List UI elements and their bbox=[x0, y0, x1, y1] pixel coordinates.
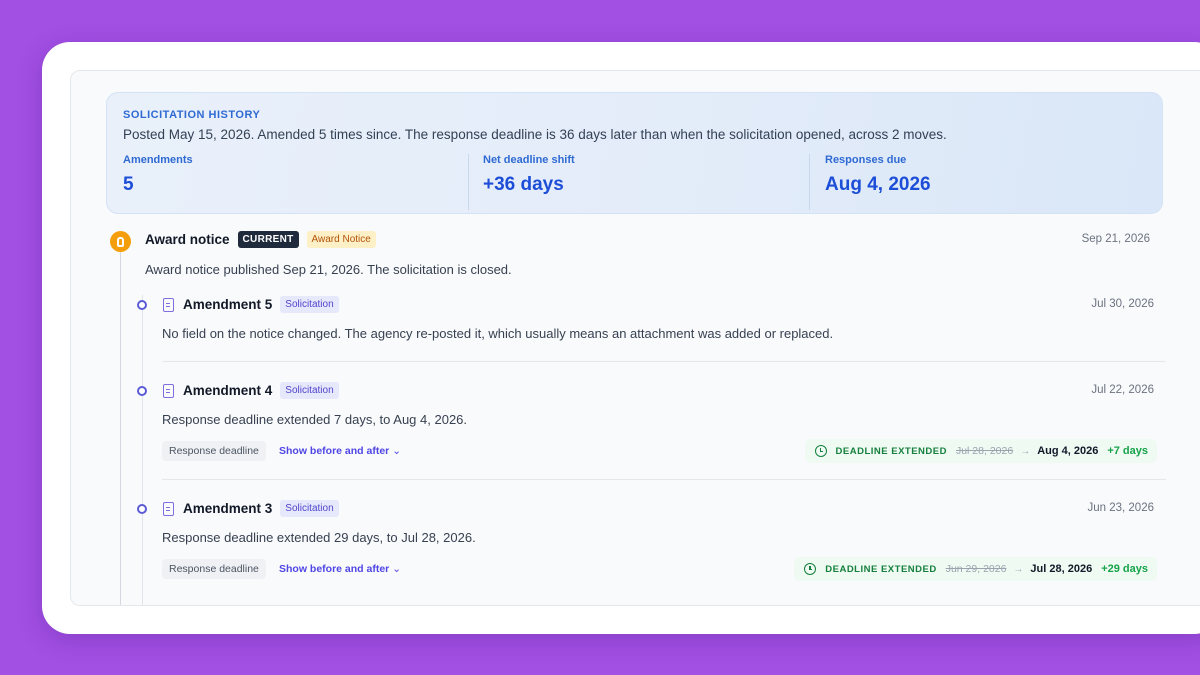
amendment-header: Amendment 4 Solicitation bbox=[163, 382, 339, 399]
clock-icon bbox=[814, 445, 827, 457]
stat-value: Aug 4, 2026 bbox=[825, 174, 931, 195]
amendment-date: Jul 22, 2026 bbox=[1091, 384, 1154, 396]
award-header: Award notice CURRENT Award Notice bbox=[145, 231, 376, 248]
change-detail-row: Response deadline Show before and after ⌄… bbox=[162, 557, 1157, 581]
timeline-node bbox=[137, 386, 147, 396]
solicitation-badge: Solicitation bbox=[280, 500, 339, 517]
toggle-label: Show before and after bbox=[279, 445, 390, 457]
divider bbox=[162, 361, 1166, 362]
award-date: Sep 21, 2026 bbox=[1081, 233, 1150, 245]
award-title: Award notice bbox=[145, 232, 230, 247]
award-description: Award notice published Sep 21, 2026. The… bbox=[145, 262, 512, 277]
solicitation-badge: Solicitation bbox=[280, 382, 339, 399]
new-deadline: Aug 4, 2026 bbox=[1037, 445, 1099, 457]
deadline-delta: +29 days bbox=[1101, 563, 1148, 575]
summary-stats: Amendments 5 Net deadline shift +36 days… bbox=[123, 154, 1146, 214]
chevron-down-icon: ⌄ bbox=[392, 563, 402, 575]
summary-text: Posted May 15, 2026. Amended 5 times sin… bbox=[123, 127, 947, 142]
stat-label: Amendments bbox=[123, 154, 193, 166]
amendment-timeline-line bbox=[142, 295, 143, 605]
stat-value: +36 days bbox=[483, 174, 564, 195]
timeline-line bbox=[120, 246, 121, 605]
deadline-extended-pill: DEADLINE EXTENDED Jun 29, 2026 → Jul 28,… bbox=[794, 557, 1157, 581]
old-deadline: Jun 29, 2026 bbox=[945, 563, 1007, 575]
deadline-extended-pill: DEADLINE EXTENDED Jul 28, 2026 → Aug 4, … bbox=[804, 439, 1157, 463]
deadline-delta: +7 days bbox=[1107, 445, 1148, 457]
document-icon bbox=[163, 501, 174, 516]
field-tag: Response deadline bbox=[162, 441, 266, 461]
timeline-node bbox=[137, 300, 147, 310]
current-badge: CURRENT bbox=[237, 231, 299, 248]
show-before-after-toggle[interactable]: Show before and after ⌄ bbox=[279, 445, 401, 457]
amendment-title: Amendment 4 bbox=[183, 383, 273, 398]
stat-label: Responses due bbox=[825, 154, 907, 166]
toggle-label: Show before and after bbox=[279, 563, 390, 575]
amendment-title: Amendment 3 bbox=[183, 501, 273, 516]
stat-value: 5 bbox=[123, 174, 134, 195]
chevron-down-icon: ⌄ bbox=[392, 445, 402, 457]
change-label: DEADLINE EXTENDED bbox=[825, 563, 937, 575]
new-deadline: Jul 28, 2026 bbox=[1030, 563, 1093, 575]
stat-amendments: Amendments 5 bbox=[123, 154, 193, 210]
clock-icon bbox=[804, 563, 817, 575]
amendment-description: Response deadline extended 29 days, to J… bbox=[162, 530, 476, 545]
show-before-after-toggle[interactable]: Show before and after ⌄ bbox=[279, 563, 401, 575]
stat-label: Net deadline shift bbox=[483, 154, 575, 166]
amendment-title: Amendment 5 bbox=[183, 297, 273, 312]
document-icon bbox=[163, 383, 174, 398]
amendment-header: Amendment 3 Solicitation bbox=[163, 500, 339, 517]
arrow-right-icon: → bbox=[1013, 563, 1024, 575]
amendment-header: Amendment 5 Solicitation bbox=[163, 296, 339, 313]
timeline-node bbox=[137, 504, 147, 514]
award-icon bbox=[110, 231, 131, 252]
divider bbox=[162, 479, 1166, 480]
stat-responses-due: Responses due Aug 4, 2026 bbox=[809, 154, 931, 210]
change-detail-row: Response deadline Show before and after ⌄… bbox=[162, 439, 1157, 463]
arrow-right-icon: → bbox=[1020, 445, 1031, 457]
award-type-badge: Award Notice bbox=[306, 231, 376, 248]
old-deadline: Jul 28, 2026 bbox=[955, 445, 1014, 457]
solicitation-summary: SOLICITATION HISTORY Posted May 15, 2026… bbox=[106, 92, 1163, 214]
change-label: DEADLINE EXTENDED bbox=[835, 445, 947, 457]
summary-label: SOLICITATION HISTORY bbox=[123, 109, 261, 121]
stat-deadline-shift: Net deadline shift +36 days bbox=[468, 154, 575, 210]
amendment-date: Jul 30, 2026 bbox=[1091, 298, 1154, 310]
history-panel: SOLICITATION HISTORY Posted May 15, 2026… bbox=[70, 70, 1200, 606]
amendment-description: No field on the notice changed. The agen… bbox=[162, 326, 834, 341]
amendment-date: Jun 23, 2026 bbox=[1087, 502, 1154, 514]
field-tag: Response deadline bbox=[162, 559, 266, 579]
amendment-description: Response deadline extended 7 days, to Au… bbox=[162, 412, 468, 427]
solicitation-badge: Solicitation bbox=[280, 296, 339, 313]
document-icon bbox=[163, 297, 174, 312]
